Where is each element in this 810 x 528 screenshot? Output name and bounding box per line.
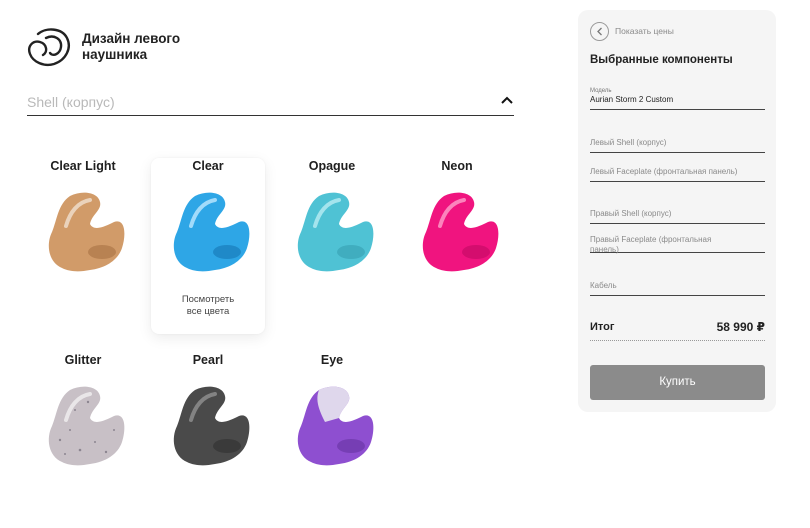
back-button[interactable] <box>590 22 609 41</box>
material-card-glitter[interactable]: Glitter <box>26 352 140 528</box>
shell-dropdown-label: Shell (корпус) <box>27 94 115 110</box>
material-card-pearl[interactable]: Pearl <box>151 352 265 528</box>
material-card-clear-light[interactable]: Clear Light <box>26 158 140 334</box>
earpiece-eye-image <box>297 386 374 466</box>
cable-field-label: Кабель <box>590 281 617 290</box>
left-shell-field[interactable]: Левый Shell (корпус) <box>590 130 765 153</box>
chevron-left-icon <box>597 27 602 36</box>
shell-dropdown[interactable]: Shell (корпус) <box>27 88 514 116</box>
material-title: Clear Light <box>50 159 116 173</box>
material-title: Neon <box>441 159 473 173</box>
model-field[interactable]: Модель Aurian Storm 2 Custom <box>590 88 765 110</box>
brand-logo-icon <box>28 28 70 67</box>
right-faceplate-field[interactable]: Правый Faceplate (фронтальная панель) <box>590 232 765 254</box>
panel-title: Выбранные компоненты <box>590 54 733 66</box>
material-title: Opague <box>308 159 356 173</box>
material-title: Eye <box>320 353 344 367</box>
left-faceplate-field-label: Левый Faceplate (фронтальная панель) <box>590 167 738 176</box>
earpiece-glitter-image <box>48 386 125 466</box>
earpiece-neon-image <box>422 192 499 272</box>
view-all-colors-line-2: все цвета <box>186 306 230 317</box>
material-card-clear[interactable]: Clear Посмотреть все цвета <box>151 158 265 334</box>
total-label: Итог <box>590 321 615 333</box>
material-card-opague[interactable]: Opague <box>275 158 389 334</box>
view-all-colors-line-1: Посмотреть <box>181 294 235 305</box>
chevron-up-icon[interactable] <box>500 95 514 105</box>
cable-field[interactable]: Кабель <box>590 274 765 296</box>
earpiece-opague-image <box>297 192 374 272</box>
earpiece-pearl-image <box>173 386 250 466</box>
earpiece-clear-light-image <box>48 192 125 272</box>
model-field-value: Aurian Storm 2 Custom <box>590 95 674 104</box>
left-faceplate-field[interactable]: Левый Faceplate (фронтальная панель) <box>590 160 765 182</box>
material-title: Glitter <box>64 353 102 367</box>
view-all-colors-link[interactable]: Посмотреть все цвета <box>151 294 265 318</box>
total-price: 58 990 ₽ <box>716 320 765 334</box>
model-field-label: Модель <box>590 88 612 94</box>
page-title: Дизайн левого наушника <box>82 31 180 63</box>
material-title: Clear <box>192 159 224 173</box>
page-title-line-1: Дизайн левого <box>82 31 181 46</box>
left-shell-field-label: Левый Shell (корпус) <box>590 138 667 147</box>
material-card-neon[interactable]: Neon <box>400 158 514 334</box>
page-title-line-2: наушника <box>82 47 148 62</box>
earpiece-clear-image <box>173 192 250 272</box>
material-card-eye[interactable]: Eye <box>275 352 389 528</box>
right-shell-field-label: Правый Shell (корпус) <box>590 209 672 218</box>
show-prices-link[interactable]: Показать цены <box>615 26 674 36</box>
selected-components-panel: Показать цены Выбранные компоненты Модел… <box>578 10 776 412</box>
right-faceplate-field-label: Правый Faceplate (фронтальная панель) <box>590 235 712 254</box>
buy-button[interactable]: Купить <box>590 365 765 400</box>
right-shell-field[interactable]: Правый Shell (корпус) <box>590 202 765 224</box>
material-title: Pearl <box>192 353 224 367</box>
total-divider <box>590 340 765 341</box>
